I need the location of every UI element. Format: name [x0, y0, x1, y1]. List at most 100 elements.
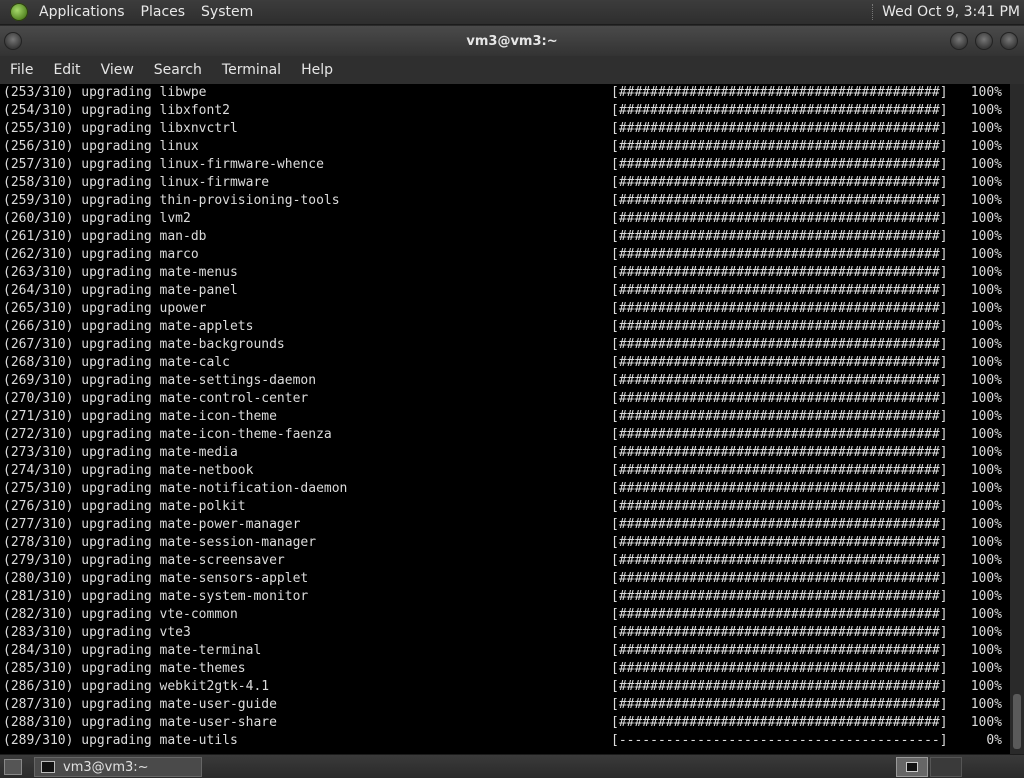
progress-bar-text: [#######################################…: [611, 337, 948, 352]
upgrade-message: (277/310) upgrading mate-power-manager: [3, 517, 301, 532]
menu-help[interactable]: Help: [291, 62, 343, 78]
upgrade-message: (285/310) upgrading mate-themes: [3, 661, 246, 676]
progress-bar-text: [#######################################…: [611, 373, 948, 388]
progress-percent: 100%: [970, 193, 1002, 208]
progress-percent: 100%: [970, 697, 1002, 712]
progress-percent: 100%: [970, 139, 1002, 154]
terminal-line: (282/310) upgrading vte-common [#########…: [0, 606, 1010, 624]
terminal-line: (259/310) upgrading thin-provisioning-to…: [0, 192, 1010, 210]
progress-percent: 100%: [970, 229, 1002, 244]
menubar: File Edit View Search Terminal Help: [0, 56, 1024, 84]
menu-view[interactable]: View: [91, 62, 144, 78]
progress-bar-text: [#######################################…: [611, 427, 948, 442]
upgrade-message: (276/310) upgrading mate-polkit: [3, 499, 246, 514]
taskbar-label: vm3@vm3:~: [63, 759, 149, 775]
progress-bar-text: [#######################################…: [611, 139, 948, 154]
menu-search[interactable]: Search: [144, 62, 212, 78]
clock[interactable]: Wed Oct 9, 3:41 PM: [882, 4, 1020, 20]
progress-percent: 100%: [970, 103, 1002, 118]
terminal-line: (256/310) upgrading linux [##############…: [0, 138, 1010, 156]
upgrade-message: (270/310) upgrading mate-control-center: [3, 391, 309, 406]
progress-percent: 100%: [970, 319, 1002, 334]
menu-terminal[interactable]: Terminal: [212, 62, 291, 78]
scrollbar-thumb[interactable]: [1013, 694, 1021, 749]
terminal-line: (272/310) upgrading mate-icon-theme-faen…: [0, 426, 1010, 444]
terminal-output[interactable]: (253/310) upgrading libwpe [#############…: [0, 84, 1010, 754]
top-panel: Applications Places System Wed Oct 9, 3:…: [0, 0, 1024, 25]
show-desktop-icon[interactable]: [4, 759, 22, 775]
terminal-line: (288/310) upgrading mate-user-share [####…: [0, 714, 1010, 732]
taskbar-terminal-button[interactable]: vm3@vm3:~: [34, 757, 202, 777]
menu-edit[interactable]: Edit: [43, 62, 90, 78]
progress-bar-text: [#######################################…: [611, 553, 948, 568]
progress-bar-text: [#######################################…: [611, 175, 948, 190]
workspace-2[interactable]: [930, 757, 962, 777]
progress-percent: 100%: [970, 355, 1002, 370]
upgrade-message: (288/310) upgrading mate-user-share: [3, 715, 277, 730]
upgrade-message: (266/310) upgrading mate-applets: [3, 319, 254, 334]
workspace-1[interactable]: [896, 757, 928, 777]
progress-bar-text: [#######################################…: [611, 319, 948, 334]
progress-bar-text: [#######################################…: [611, 247, 948, 262]
window-menu-icon[interactable]: [4, 32, 22, 50]
progress-bar-text: [#######################################…: [611, 661, 948, 676]
terminal-line: (283/310) upgrading vte3 [###############…: [0, 624, 1010, 642]
upgrade-message: (282/310) upgrading vte-common: [3, 607, 238, 622]
upgrade-message: (289/310) upgrading mate-utils: [3, 733, 238, 748]
upgrade-message: (287/310) upgrading mate-user-guide: [3, 697, 277, 712]
upgrade-message: (262/310) upgrading marco: [3, 247, 199, 262]
terminal-line: (274/310) upgrading mate-netbook [#######…: [0, 462, 1010, 480]
terminal-line: (270/310) upgrading mate-control-center […: [0, 390, 1010, 408]
terminal-line: (276/310) upgrading mate-polkit [########…: [0, 498, 1010, 516]
upgrade-message: (269/310) upgrading mate-settings-daemon: [3, 373, 317, 388]
progress-bar-text: [#######################################…: [611, 391, 948, 406]
progress-percent: 100%: [970, 661, 1002, 676]
upgrade-message: (264/310) upgrading mate-panel: [3, 283, 238, 298]
upgrade-message: (259/310) upgrading thin-provisioning-to…: [3, 193, 340, 208]
progress-percent: 100%: [970, 445, 1002, 460]
upgrade-message: (258/310) upgrading linux-firmware: [3, 175, 270, 190]
applications-menu[interactable]: Applications: [34, 4, 130, 20]
progress-bar-text: [#######################################…: [611, 463, 948, 478]
progress-percent: 100%: [970, 607, 1002, 622]
terminal-line: (287/310) upgrading mate-user-guide [####…: [0, 696, 1010, 714]
terminal-line: (262/310) upgrading marco [##############…: [0, 246, 1010, 264]
upgrade-message: (256/310) upgrading linux: [3, 139, 199, 154]
upgrade-message: (283/310) upgrading vte3: [3, 625, 191, 640]
terminal-line: (261/310) upgrading man-db [#############…: [0, 228, 1010, 246]
terminal-icon: [906, 762, 918, 772]
progress-percent: 100%: [970, 121, 1002, 136]
progress-bar-text: [#######################################…: [611, 679, 948, 694]
upgrade-message: (284/310) upgrading mate-terminal: [3, 643, 262, 658]
terminal-line: (273/310) upgrading mate-media [#########…: [0, 444, 1010, 462]
progress-percent: 100%: [970, 481, 1002, 496]
terminal-line: (264/310) upgrading mate-panel [#########…: [0, 282, 1010, 300]
progress-bar-text: [#######################################…: [611, 211, 948, 226]
terminal-line: (286/310) upgrading webkit2gtk-4.1 [#####…: [0, 678, 1010, 696]
upgrade-message: (257/310) upgrading linux-firmware-whenc…: [3, 157, 324, 172]
progress-percent: 100%: [970, 499, 1002, 514]
system-menu[interactable]: System: [196, 4, 258, 20]
upgrade-message: (268/310) upgrading mate-calc: [3, 355, 230, 370]
window-titlebar[interactable]: vm3@vm3:~: [0, 26, 1024, 56]
menu-file[interactable]: File: [0, 62, 43, 78]
progress-percent: 100%: [970, 85, 1002, 100]
upgrade-message: (281/310) upgrading mate-system-monitor: [3, 589, 309, 604]
terminal-line: (278/310) upgrading mate-session-manager…: [0, 534, 1010, 552]
terminal-line: (263/310) upgrading mate-menus [#########…: [0, 264, 1010, 282]
terminal-scrollbar[interactable]: [1010, 84, 1024, 754]
mate-logo-icon[interactable]: [10, 3, 28, 21]
minimize-icon[interactable]: [950, 32, 968, 50]
progress-bar-text: [#######################################…: [611, 445, 948, 460]
close-icon[interactable]: [1000, 32, 1018, 50]
progress-percent: 100%: [970, 301, 1002, 316]
progress-percent: 100%: [970, 571, 1002, 586]
window-title: vm3@vm3:~: [466, 33, 558, 49]
progress-percent: 100%: [970, 463, 1002, 478]
terminal-line: (268/310) upgrading mate-calc [##########…: [0, 354, 1010, 372]
maximize-icon[interactable]: [975, 32, 993, 50]
progress-percent: 100%: [970, 715, 1002, 730]
places-menu[interactable]: Places: [136, 4, 191, 20]
terminal-line: (279/310) upgrading mate-screensaver [###…: [0, 552, 1010, 570]
upgrade-message: (273/310) upgrading mate-media: [3, 445, 238, 460]
